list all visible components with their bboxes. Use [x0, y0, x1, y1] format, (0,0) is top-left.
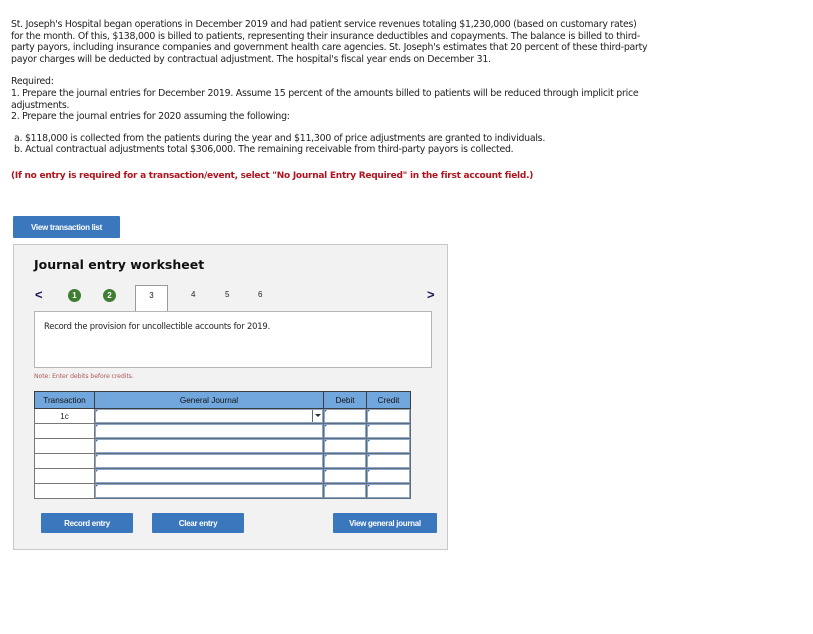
transaction-cell — [34, 483, 95, 499]
credit-input[interactable] — [366, 423, 411, 439]
worksheet-title: Journal entry worksheet — [34, 257, 205, 272]
debit-input[interactable] — [323, 453, 367, 469]
chevron-right-icon[interactable]: > — [427, 287, 435, 302]
record-entry-button[interactable]: Record entry — [41, 513, 133, 533]
credit-input[interactable] — [366, 438, 411, 454]
debit-input[interactable] — [323, 438, 367, 454]
view-transaction-list-button[interactable]: View transaction list — [13, 216, 120, 238]
step-5-tab[interactable]: 5 — [225, 290, 229, 299]
credit-input[interactable] — [366, 468, 411, 484]
account-select[interactable] — [94, 408, 324, 424]
header-debit: Debit — [323, 391, 367, 409]
table-row — [34, 468, 411, 484]
table-row: 1c — [34, 408, 411, 424]
clear-entry-button[interactable]: Clear entry — [152, 513, 244, 533]
step-3-tab[interactable]: 3 — [135, 285, 168, 312]
step-3-label: 3 — [149, 291, 154, 300]
problem-text: St. Joseph's Hospital began operations i… — [11, 19, 651, 183]
table-row — [34, 423, 411, 439]
credit-input[interactable] — [366, 408, 411, 424]
debit-input[interactable] — [323, 483, 367, 499]
account-select[interactable] — [94, 453, 324, 469]
transaction-cell: 1c — [34, 408, 95, 424]
account-select[interactable] — [94, 483, 324, 499]
entry-description-box: Record the provision for uncollectible a… — [34, 311, 432, 368]
table-row — [34, 483, 411, 499]
transaction-cell — [34, 423, 95, 439]
journal-table: Transaction General Journal Debit Credit… — [34, 391, 411, 499]
table-row — [34, 453, 411, 469]
header-transaction: Transaction — [34, 391, 95, 409]
credit-input[interactable] — [366, 453, 411, 469]
required-heading: Required: — [11, 76, 54, 88]
step-4-tab[interactable]: 4 — [191, 290, 195, 299]
step-1-tab[interactable]: 1 — [68, 289, 81, 302]
header-credit: Credit — [366, 391, 411, 409]
header-general-journal: General Journal — [94, 391, 324, 409]
problem-intro: St. Joseph's Hospital began operations i… — [11, 19, 648, 65]
debit-input[interactable] — [323, 408, 367, 424]
debit-input[interactable] — [323, 468, 367, 484]
transaction-cell — [34, 468, 95, 484]
table-row — [34, 438, 411, 454]
view-general-journal-button[interactable]: View general journal — [333, 513, 437, 533]
account-select[interactable] — [94, 438, 324, 454]
requirement-2a: a. $118,000 is collected from the patien… — [14, 132, 546, 144]
instruction-text: (If no entry is required for a transacti… — [11, 170, 534, 181]
chevron-left-icon[interactable]: < — [35, 287, 43, 302]
entry-note: Note: Enter debits before credits. — [34, 373, 134, 380]
requirement-1: 1. Prepare the journal entries for Decem… — [11, 87, 639, 111]
journal-entry-worksheet: Journal entry worksheet < 1 2 3 4 5 6 > … — [13, 244, 448, 550]
requirement-2: 2. Prepare the journal entries for 2020 … — [11, 111, 290, 123]
table-header-row: Transaction General Journal Debit Credit — [34, 391, 411, 409]
credit-input[interactable] — [366, 483, 411, 499]
transaction-cell — [34, 453, 95, 469]
transaction-cell — [34, 438, 95, 454]
entry-description: Record the provision for uncollectible a… — [44, 321, 270, 331]
account-select[interactable] — [94, 423, 324, 439]
requirement-2b: b. Actual contractual adjustments total … — [14, 144, 514, 156]
account-select[interactable] — [94, 468, 324, 484]
chevron-down-icon[interactable] — [315, 414, 321, 417]
step-2-tab[interactable]: 2 — [103, 289, 116, 302]
debit-input[interactable] — [323, 423, 367, 439]
step-6-tab[interactable]: 6 — [258, 290, 262, 299]
